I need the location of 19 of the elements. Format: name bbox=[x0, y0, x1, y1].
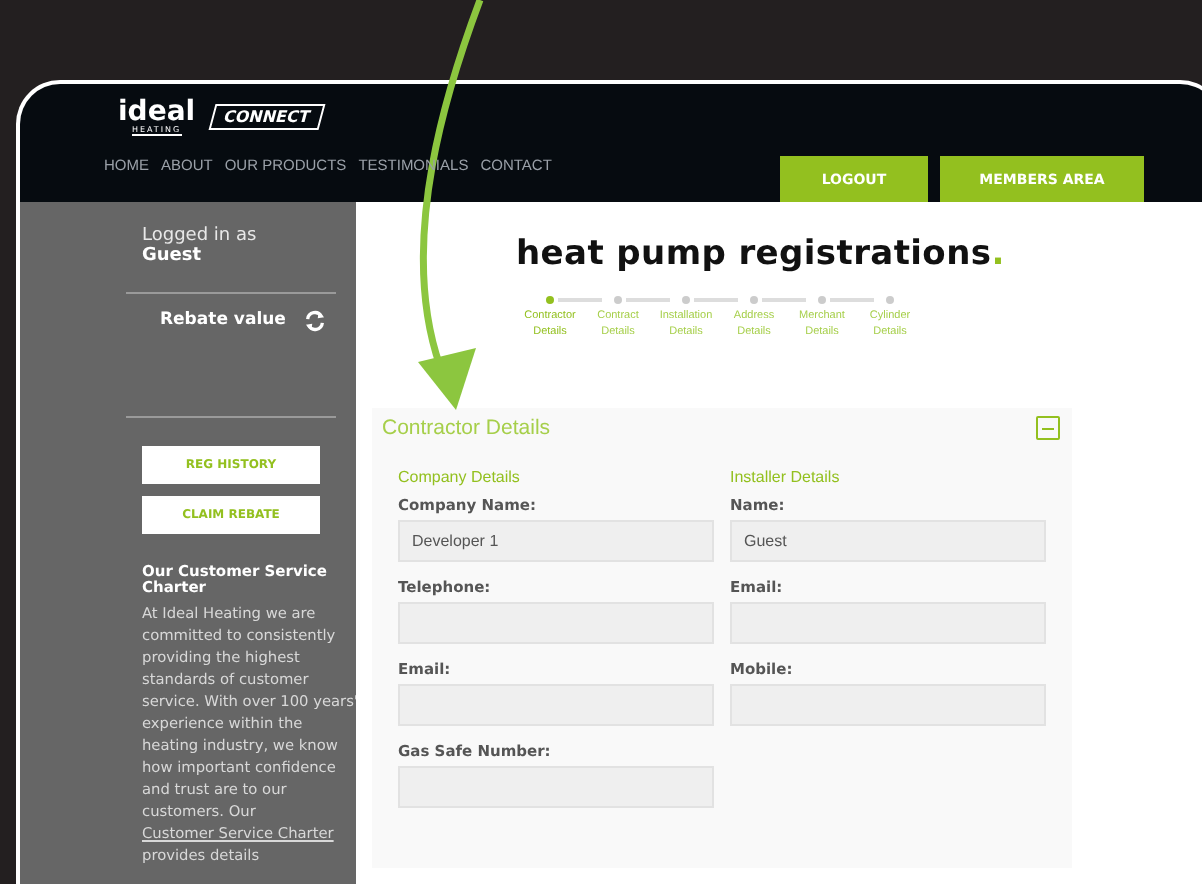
user-name: Guest bbox=[142, 246, 204, 268]
step-dot[interactable] bbox=[614, 296, 622, 304]
rebate-label: Rebate value bbox=[160, 310, 286, 331]
section-heading: Company Details bbox=[398, 468, 522, 487]
refresh-icon[interactable] bbox=[303, 309, 326, 332]
page-title: heat pump registrations. bbox=[516, 234, 1005, 274]
step-dot[interactable] bbox=[546, 296, 554, 304]
section-heading: Installer Details bbox=[730, 468, 842, 487]
input-field[interactable]: Developer 1 bbox=[398, 520, 714, 563]
logo-brand: ideal bbox=[118, 97, 196, 125]
panel-title: Contractor Details bbox=[382, 416, 551, 441]
product-badge: CONNECT bbox=[207, 103, 325, 129]
step-dot[interactable] bbox=[886, 296, 894, 304]
logged-in-label: Logged in as bbox=[142, 226, 259, 246]
collapse-icon[interactable] bbox=[1036, 416, 1060, 441]
step-dot[interactable] bbox=[750, 296, 758, 304]
step-dot[interactable] bbox=[682, 296, 690, 304]
step-dot[interactable] bbox=[818, 296, 826, 304]
input-field[interactable]: Guest bbox=[730, 520, 1046, 563]
